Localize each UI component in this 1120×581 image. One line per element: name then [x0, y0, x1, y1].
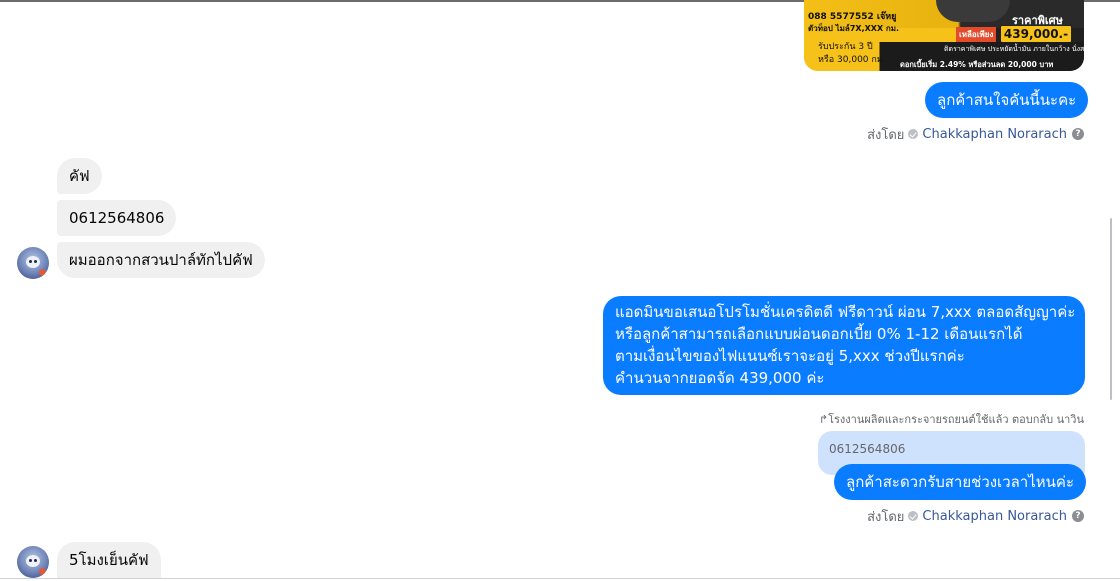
incoming-message[interactable]: คัฟ: [57, 158, 102, 194]
message-text: คัฟ: [69, 167, 90, 185]
message-text: 0612564806: [69, 209, 165, 227]
incoming-message[interactable]: 0612564806: [57, 200, 177, 236]
outgoing-message[interactable]: ลูกค้าสะดวกรับสายช่วงเวลาไหนค่ะ: [834, 464, 1087, 500]
car-promo-image[interactable]: 088 5577552 เจ๊หยู ตัวท็อป ไมล์7X,XXX กม…: [804, 0, 1084, 71]
reply-header: ↱โรงงานผลิตและกระจายรถยนต์ใช้แล้ว ตอบกลั…: [819, 410, 1084, 428]
message-text: ผมออกจากสวนปาล์ทักไปคัฟ: [69, 251, 253, 269]
message-line: หรือลูกค้าสามารถเลือกแบบผ่อนดอกเบี้ย 0% …: [615, 325, 1023, 343]
outgoing-message[interactable]: ลูกค้าสนใจคันนี้นะคะ: [925, 82, 1089, 118]
check-circle-icon: [908, 129, 919, 139]
message-line: แอดมินขอเสนอโปรโมชั่นเครดิตดี ฟรีดาวน์ ผ…: [615, 303, 1076, 321]
message-line: ตามเงื่อนไขของไฟแนนซ์เราจะอยู่ 5,xxx ช่ว…: [615, 347, 965, 365]
promo-warranty-line2: หรือ 30,000 กม.: [818, 55, 886, 65]
composer-divider: [0, 578, 1120, 579]
promo-subtitle: ตัวท็อป ไมล์7X,XXX กม.: [808, 24, 900, 33]
sent-by-line: ส่งโดย Chakkaphan Norarach ?: [867, 125, 1084, 143]
promo-phone: 088 5577552 เจ๊หยู: [808, 12, 897, 22]
promo-warranty-line1: รับประกัน 3 ปี: [818, 42, 873, 52]
question-circle-icon[interactable]: ?: [1072, 510, 1084, 522]
scrollbar-thumb[interactable]: [1110, 218, 1112, 400]
sender-name-link[interactable]: Chakkaphan Norarach: [922, 509, 1067, 524]
sent-by-label: ส่งโดย: [867, 509, 905, 525]
question-circle-icon[interactable]: ?: [1072, 128, 1084, 140]
outgoing-message[interactable]: แอดมินขอเสนอโปรโมชั่นเครดิตดี ฟรีดาวน์ ผ…: [603, 296, 1085, 395]
contact-avatar[interactable]: [17, 247, 49, 279]
promo-fine-print: ติดราคาพิเศษ ประหยัดน้ำมัน ภายในกว้าง นั…: [944, 45, 1084, 53]
promo-warranty: รับประกัน 3 ปี หรือ 30,000 กม.: [818, 41, 886, 67]
check-circle-icon: [908, 511, 919, 521]
incoming-message[interactable]: 5โมงเย็นคัฟ: [57, 542, 161, 578]
message-text: ลูกค้าสนใจคันนี้นะคะ: [937, 91, 1077, 109]
message-line: คำนวนจากยอดจัด 439,000 ค่ะ: [615, 369, 825, 387]
message-text: 5โมงเย็นคัฟ: [69, 551, 149, 569]
message-text: ลูกค้าสะดวกรับสายช่วงเวลาไหนค่ะ: [846, 473, 1075, 491]
promo-interest-line: ดอกเบี้ยเริ่ม 2.49% หรือส่วนลด 20,000 บา…: [900, 60, 1054, 69]
reply-arrow-icon: ↱: [818, 413, 829, 426]
sent-by-line: ส่งโดย Chakkaphan Norarach ?: [867, 507, 1084, 525]
car-silhouette: [936, 0, 1010, 22]
promo-start-label: เหลือเพียง: [956, 27, 997, 42]
sent-by-label: ส่งโดย: [867, 127, 905, 143]
promo-price: 439,000.-: [1000, 25, 1072, 43]
reply-quote-text: 0612564806: [829, 442, 906, 456]
sender-name-link[interactable]: Chakkaphan Norarach: [922, 127, 1067, 142]
contact-avatar[interactable]: [17, 546, 49, 578]
reply-label-text: โรงงานผลิตและกระจายรถยนต์ใช้แล้ว ตอบกลับ…: [828, 413, 1084, 426]
incoming-message[interactable]: ผมออกจากสวนปาล์ทักไปคัฟ: [57, 242, 265, 278]
